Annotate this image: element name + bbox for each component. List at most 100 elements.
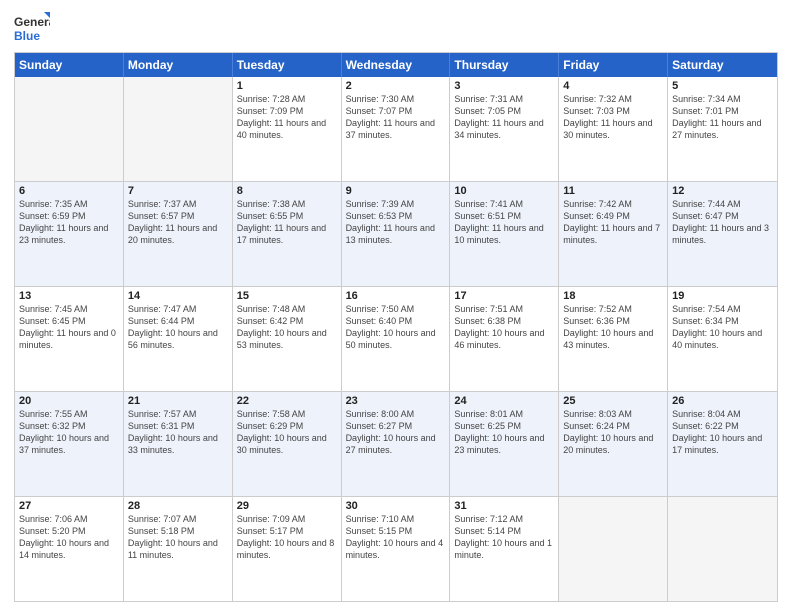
logo-svg: General Blue	[14, 10, 50, 46]
day-number: 6	[19, 185, 119, 197]
day-number: 4	[563, 80, 663, 92]
day-info: Sunrise: 7:48 AM Sunset: 6:42 PM Dayligh…	[237, 303, 337, 352]
empty-cell	[124, 77, 233, 181]
day-info: Sunrise: 7:38 AM Sunset: 6:55 PM Dayligh…	[237, 198, 337, 247]
day-number: 27	[19, 500, 119, 512]
col-header-monday: Monday	[124, 53, 233, 77]
day-info: Sunrise: 7:28 AM Sunset: 7:09 PM Dayligh…	[237, 93, 337, 142]
day-number: 30	[346, 500, 446, 512]
day-info: Sunrise: 7:09 AM Sunset: 5:17 PM Dayligh…	[237, 513, 337, 562]
day-number: 14	[128, 290, 228, 302]
day-info: Sunrise: 7:47 AM Sunset: 6:44 PM Dayligh…	[128, 303, 228, 352]
day-number: 12	[672, 185, 773, 197]
day-info: Sunrise: 7:58 AM Sunset: 6:29 PM Dayligh…	[237, 408, 337, 457]
empty-cell	[559, 497, 668, 601]
empty-cell	[15, 77, 124, 181]
day-cell-20: 20Sunrise: 7:55 AM Sunset: 6:32 PM Dayli…	[15, 392, 124, 496]
svg-text:General: General	[14, 15, 50, 29]
day-cell-26: 26Sunrise: 8:04 AM Sunset: 6:22 PM Dayli…	[668, 392, 777, 496]
calendar-body: 1Sunrise: 7:28 AM Sunset: 7:09 PM Daylig…	[15, 77, 777, 601]
day-number: 10	[454, 185, 554, 197]
day-number: 1	[237, 80, 337, 92]
day-number: 5	[672, 80, 773, 92]
day-number: 7	[128, 185, 228, 197]
day-info: Sunrise: 7:42 AM Sunset: 6:49 PM Dayligh…	[563, 198, 663, 247]
day-info: Sunrise: 7:30 AM Sunset: 7:07 PM Dayligh…	[346, 93, 446, 142]
col-header-saturday: Saturday	[668, 53, 777, 77]
col-header-tuesday: Tuesday	[233, 53, 342, 77]
day-info: Sunrise: 7:10 AM Sunset: 5:15 PM Dayligh…	[346, 513, 446, 562]
day-cell-18: 18Sunrise: 7:52 AM Sunset: 6:36 PM Dayli…	[559, 287, 668, 391]
day-cell-30: 30Sunrise: 7:10 AM Sunset: 5:15 PM Dayli…	[342, 497, 451, 601]
day-number: 25	[563, 395, 663, 407]
day-cell-22: 22Sunrise: 7:58 AM Sunset: 6:29 PM Dayli…	[233, 392, 342, 496]
day-cell-25: 25Sunrise: 8:03 AM Sunset: 6:24 PM Dayli…	[559, 392, 668, 496]
day-info: Sunrise: 7:55 AM Sunset: 6:32 PM Dayligh…	[19, 408, 119, 457]
empty-cell	[668, 497, 777, 601]
calendar-row-4: 20Sunrise: 7:55 AM Sunset: 6:32 PM Dayli…	[15, 391, 777, 496]
day-info: Sunrise: 8:03 AM Sunset: 6:24 PM Dayligh…	[563, 408, 663, 457]
calendar-row-3: 13Sunrise: 7:45 AM Sunset: 6:45 PM Dayli…	[15, 286, 777, 391]
calendar-row-1: 1Sunrise: 7:28 AM Sunset: 7:09 PM Daylig…	[15, 77, 777, 181]
day-info: Sunrise: 7:32 AM Sunset: 7:03 PM Dayligh…	[563, 93, 663, 142]
day-number: 29	[237, 500, 337, 512]
day-cell-14: 14Sunrise: 7:47 AM Sunset: 6:44 PM Dayli…	[124, 287, 233, 391]
day-info: Sunrise: 7:34 AM Sunset: 7:01 PM Dayligh…	[672, 93, 773, 142]
day-info: Sunrise: 7:37 AM Sunset: 6:57 PM Dayligh…	[128, 198, 228, 247]
col-header-thursday: Thursday	[450, 53, 559, 77]
day-info: Sunrise: 7:51 AM Sunset: 6:38 PM Dayligh…	[454, 303, 554, 352]
day-number: 9	[346, 185, 446, 197]
day-number: 2	[346, 80, 446, 92]
day-cell-19: 19Sunrise: 7:54 AM Sunset: 6:34 PM Dayli…	[668, 287, 777, 391]
day-number: 20	[19, 395, 119, 407]
day-cell-8: 8Sunrise: 7:38 AM Sunset: 6:55 PM Daylig…	[233, 182, 342, 286]
day-cell-2: 2Sunrise: 7:30 AM Sunset: 7:07 PM Daylig…	[342, 77, 451, 181]
logo: General Blue	[14, 10, 50, 46]
day-info: Sunrise: 7:54 AM Sunset: 6:34 PM Dayligh…	[672, 303, 773, 352]
calendar-row-2: 6Sunrise: 7:35 AM Sunset: 6:59 PM Daylig…	[15, 181, 777, 286]
day-info: Sunrise: 7:44 AM Sunset: 6:47 PM Dayligh…	[672, 198, 773, 247]
day-info: Sunrise: 7:06 AM Sunset: 5:20 PM Dayligh…	[19, 513, 119, 562]
day-info: Sunrise: 7:39 AM Sunset: 6:53 PM Dayligh…	[346, 198, 446, 247]
day-cell-3: 3Sunrise: 7:31 AM Sunset: 7:05 PM Daylig…	[450, 77, 559, 181]
day-cell-13: 13Sunrise: 7:45 AM Sunset: 6:45 PM Dayli…	[15, 287, 124, 391]
day-cell-6: 6Sunrise: 7:35 AM Sunset: 6:59 PM Daylig…	[15, 182, 124, 286]
calendar-row-5: 27Sunrise: 7:06 AM Sunset: 5:20 PM Dayli…	[15, 496, 777, 601]
day-cell-5: 5Sunrise: 7:34 AM Sunset: 7:01 PM Daylig…	[668, 77, 777, 181]
day-cell-4: 4Sunrise: 7:32 AM Sunset: 7:03 PM Daylig…	[559, 77, 668, 181]
day-number: 18	[563, 290, 663, 302]
day-cell-11: 11Sunrise: 7:42 AM Sunset: 6:49 PM Dayli…	[559, 182, 668, 286]
calendar: SundayMondayTuesdayWednesdayThursdayFrid…	[14, 52, 778, 602]
day-number: 19	[672, 290, 773, 302]
day-cell-21: 21Sunrise: 7:57 AM Sunset: 6:31 PM Dayli…	[124, 392, 233, 496]
day-number: 16	[346, 290, 446, 302]
day-number: 28	[128, 500, 228, 512]
day-cell-16: 16Sunrise: 7:50 AM Sunset: 6:40 PM Dayli…	[342, 287, 451, 391]
day-number: 24	[454, 395, 554, 407]
col-header-sunday: Sunday	[15, 53, 124, 77]
day-cell-1: 1Sunrise: 7:28 AM Sunset: 7:09 PM Daylig…	[233, 77, 342, 181]
day-info: Sunrise: 7:41 AM Sunset: 6:51 PM Dayligh…	[454, 198, 554, 247]
day-info: Sunrise: 7:07 AM Sunset: 5:18 PM Dayligh…	[128, 513, 228, 562]
page: General Blue SundayMondayTuesdayWednesda…	[0, 0, 792, 612]
col-header-wednesday: Wednesday	[342, 53, 451, 77]
calendar-header-row: SundayMondayTuesdayWednesdayThursdayFrid…	[15, 53, 777, 77]
day-info: Sunrise: 7:12 AM Sunset: 5:14 PM Dayligh…	[454, 513, 554, 562]
day-info: Sunrise: 7:57 AM Sunset: 6:31 PM Dayligh…	[128, 408, 228, 457]
col-header-friday: Friday	[559, 53, 668, 77]
day-info: Sunrise: 7:50 AM Sunset: 6:40 PM Dayligh…	[346, 303, 446, 352]
day-number: 3	[454, 80, 554, 92]
header: General Blue	[14, 10, 778, 46]
day-number: 26	[672, 395, 773, 407]
day-number: 15	[237, 290, 337, 302]
day-cell-29: 29Sunrise: 7:09 AM Sunset: 5:17 PM Dayli…	[233, 497, 342, 601]
day-cell-7: 7Sunrise: 7:37 AM Sunset: 6:57 PM Daylig…	[124, 182, 233, 286]
svg-text:Blue: Blue	[14, 29, 40, 43]
day-cell-27: 27Sunrise: 7:06 AM Sunset: 5:20 PM Dayli…	[15, 497, 124, 601]
day-info: Sunrise: 7:52 AM Sunset: 6:36 PM Dayligh…	[563, 303, 663, 352]
day-cell-24: 24Sunrise: 8:01 AM Sunset: 6:25 PM Dayli…	[450, 392, 559, 496]
day-cell-10: 10Sunrise: 7:41 AM Sunset: 6:51 PM Dayli…	[450, 182, 559, 286]
day-info: Sunrise: 7:35 AM Sunset: 6:59 PM Dayligh…	[19, 198, 119, 247]
day-number: 17	[454, 290, 554, 302]
day-number: 11	[563, 185, 663, 197]
